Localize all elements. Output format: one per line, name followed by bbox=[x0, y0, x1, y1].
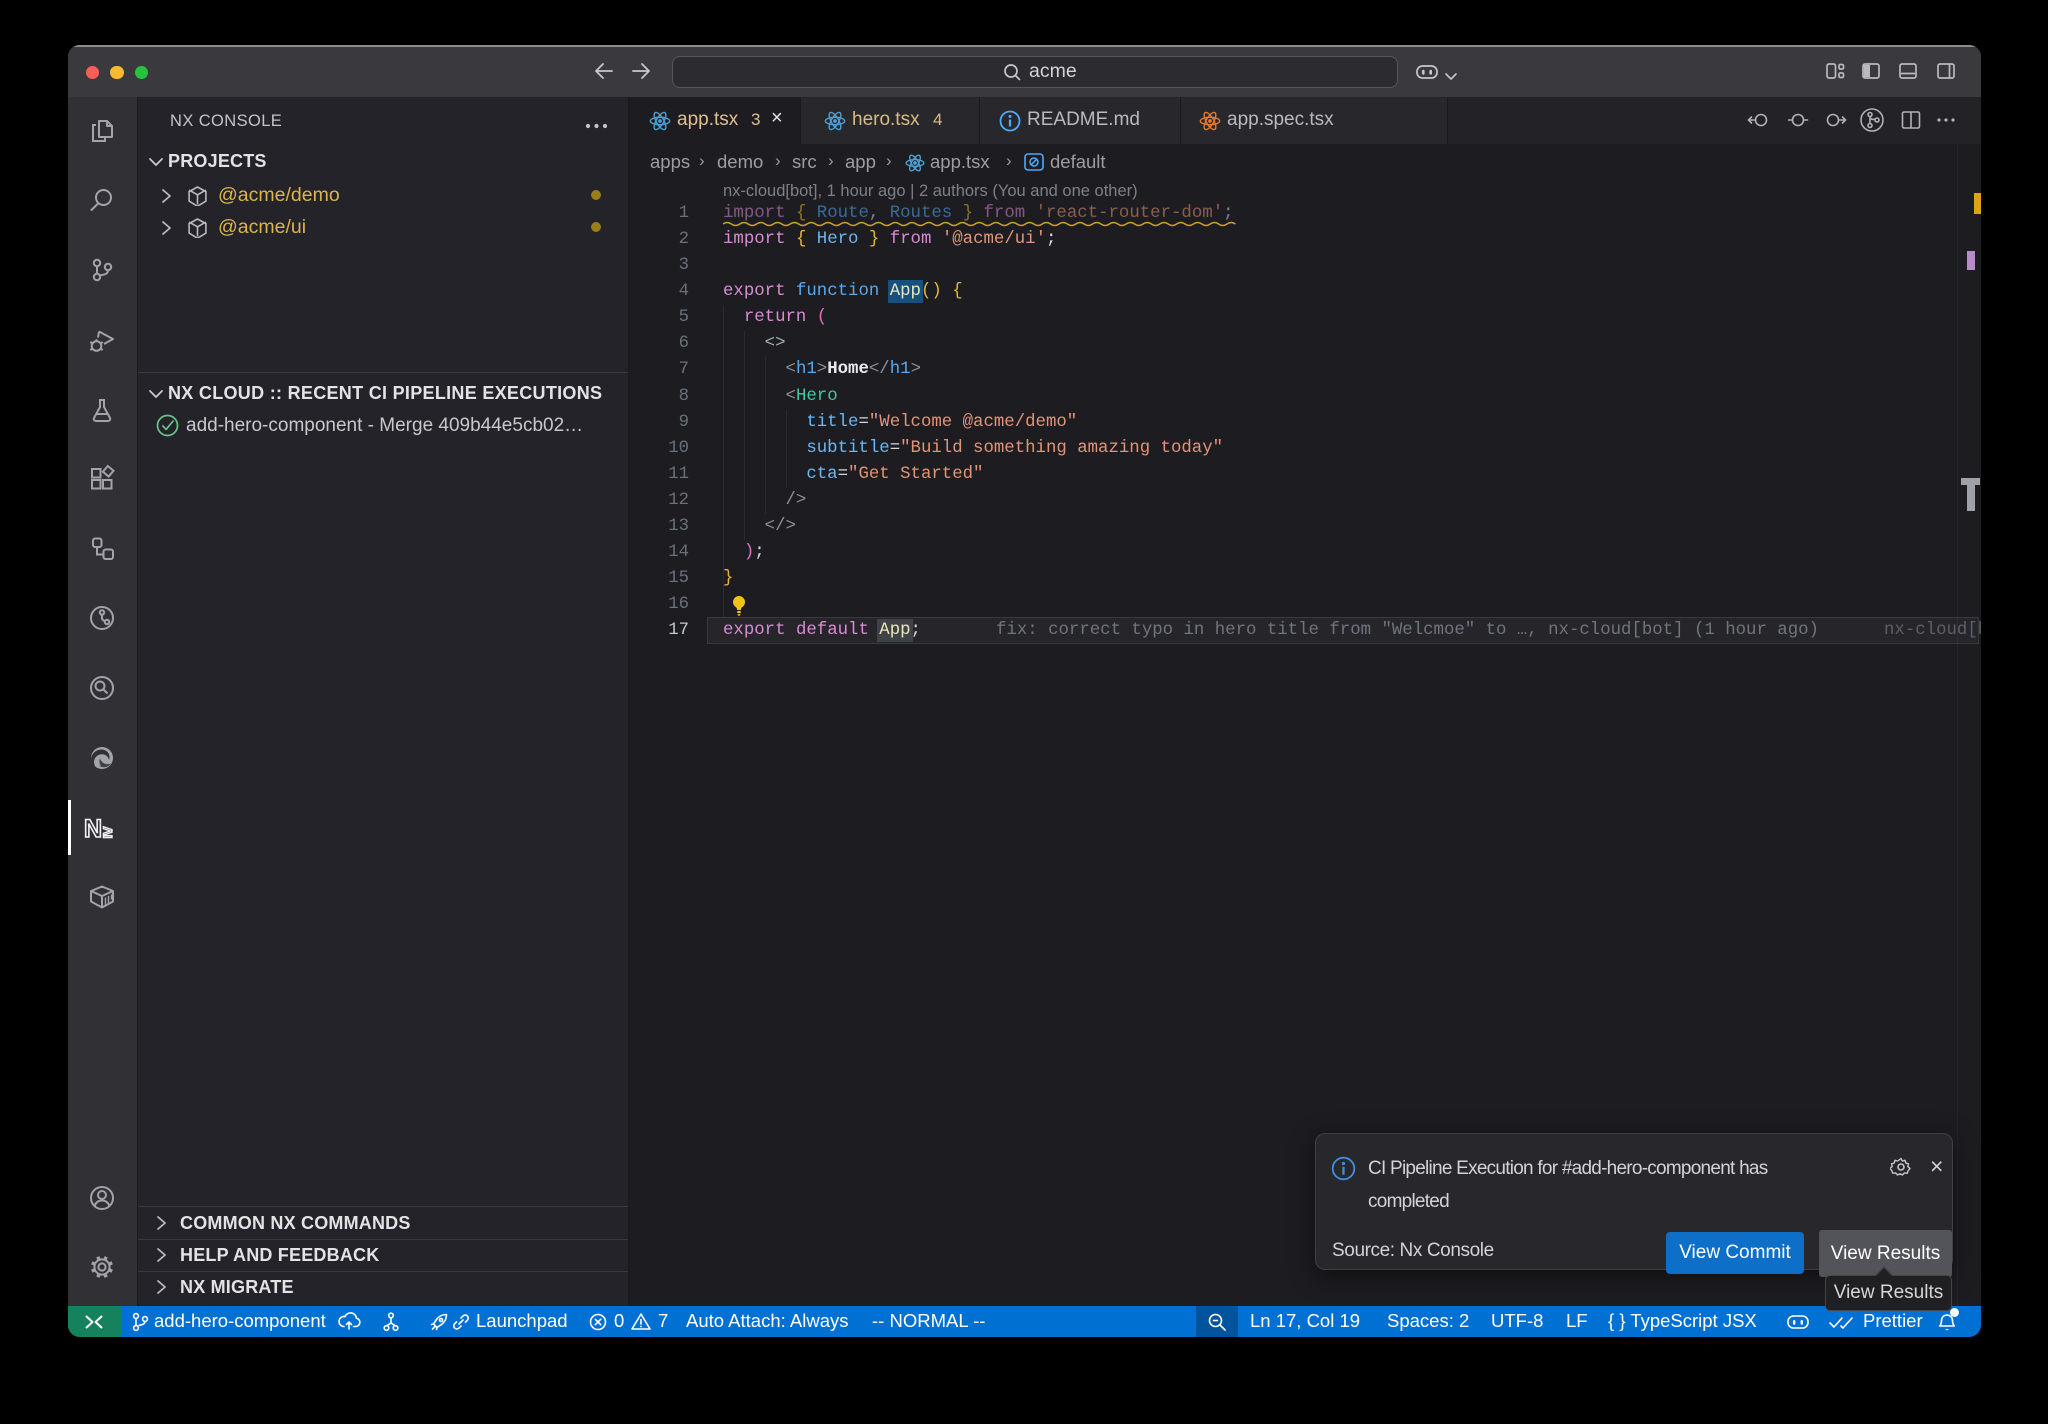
svg-text:≥: ≥ bbox=[103, 823, 112, 842]
svg-text:N: N bbox=[84, 815, 102, 843]
